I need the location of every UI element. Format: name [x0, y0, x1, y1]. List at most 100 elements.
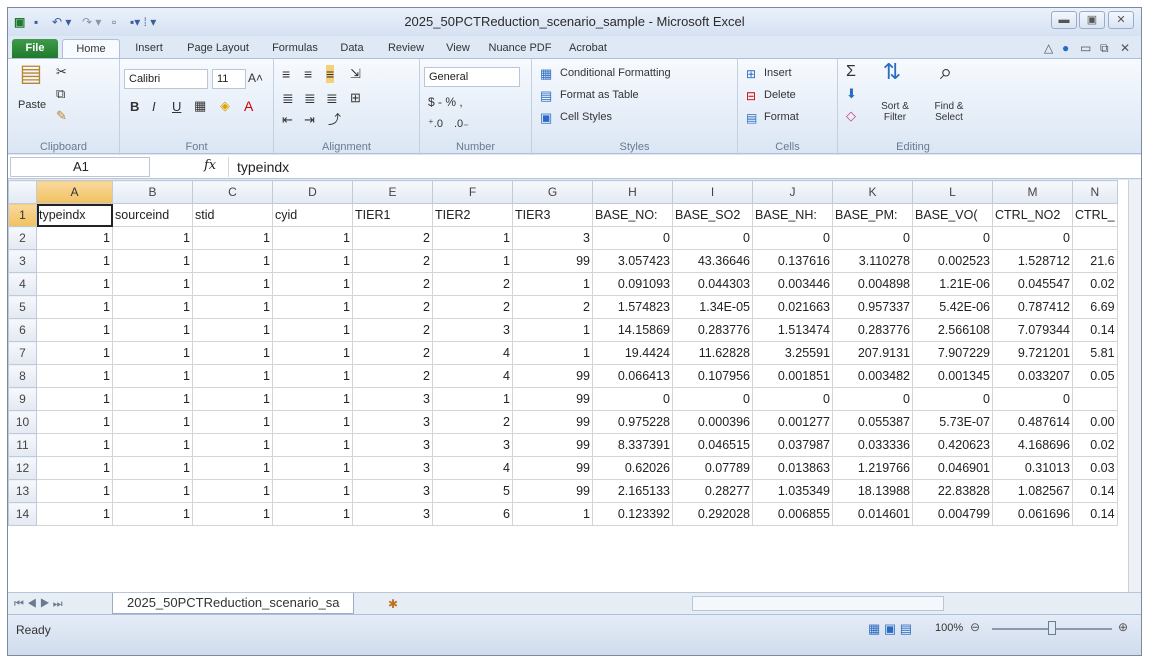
cell[interactable]: 1	[192, 479, 273, 503]
cell[interactable]: 1	[36, 226, 113, 250]
cell[interactable]: 3	[432, 433, 513, 457]
cell[interactable]: 1	[272, 341, 353, 365]
font-name-select[interactable]: Calibri	[124, 69, 208, 89]
column-header[interactable]: F	[432, 180, 513, 204]
cell[interactable]: 1	[272, 272, 353, 296]
cell[interactable]: 2	[352, 318, 433, 342]
row-header[interactable]: 6	[8, 318, 37, 342]
cell[interactable]: 1	[112, 433, 193, 457]
cell[interactable]: 1	[112, 479, 193, 503]
cell[interactable]	[1072, 387, 1118, 411]
sheet-nav-icons[interactable]: ⏮ ◀ ▶ ⏭	[14, 595, 63, 613]
cell[interactable]: 1	[432, 249, 513, 273]
row-header[interactable]: 9	[8, 387, 37, 411]
cell[interactable]: 1	[192, 226, 273, 250]
cell[interactable]: 1	[112, 456, 193, 480]
cell[interactable]: 1	[112, 226, 193, 250]
column-header[interactable]: E	[352, 180, 433, 204]
cell[interactable]: 3	[352, 387, 433, 411]
cell[interactable]: 0	[832, 387, 913, 411]
doc-minimize-icon[interactable]: ▭	[1080, 41, 1091, 55]
cell[interactable]: TIER3	[512, 203, 593, 227]
row-header[interactable]: 13	[8, 479, 37, 503]
insert-function-icon[interactable]: fx	[204, 158, 216, 173]
cell[interactable]: 3	[352, 479, 433, 503]
cell[interactable]: 2	[352, 295, 433, 319]
column-header[interactable]: D	[272, 180, 353, 204]
cell[interactable]: 0.137616	[752, 249, 833, 273]
cell[interactable]: 1.219766	[832, 456, 913, 480]
cell[interactable]: 1	[112, 272, 193, 296]
row-header[interactable]: 12	[8, 456, 37, 480]
italic-button[interactable]: I	[152, 99, 156, 114]
cell[interactable]: 1	[112, 295, 193, 319]
paste-button[interactable]: Paste	[18, 99, 46, 111]
cell[interactable]: 99	[512, 410, 593, 434]
maximize-button[interactable]: ▣	[1079, 11, 1105, 29]
cell[interactable]: 1	[272, 295, 353, 319]
row-header[interactable]: 4	[8, 272, 37, 296]
cell[interactable]: 0	[912, 387, 993, 411]
cell[interactable]: 0.014601	[832, 502, 913, 526]
align-right-icon[interactable]: ≣	[326, 89, 338, 107]
format-painter-icon[interactable]: ✎	[56, 107, 67, 125]
cell[interactable]: 1	[36, 341, 113, 365]
cell[interactable]: 0.001345	[912, 364, 993, 388]
row-header[interactable]: 7	[8, 341, 37, 365]
cell[interactable]: 1	[272, 502, 353, 526]
cell[interactable]: sourceind	[112, 203, 193, 227]
cell[interactable]: 1	[36, 479, 113, 503]
worksheet-grid[interactable]: ABCDEFGHIJKLMN 1 typeindx sourceind stid cyi…	[8, 180, 1128, 592]
horizontal-scrollbar[interactable]	[692, 596, 944, 611]
zoom-in-icon[interactable]: ⊕	[1118, 620, 1128, 634]
cell[interactable]: 1.082567	[992, 479, 1073, 503]
tab-insert[interactable]: Insert	[126, 39, 172, 58]
tab-file[interactable]: File	[12, 39, 58, 58]
cell[interactable]: 0	[752, 226, 833, 250]
cell[interactable]: 1	[272, 249, 353, 273]
cell[interactable]: 1	[36, 318, 113, 342]
cell[interactable]: 1	[512, 341, 593, 365]
row-header[interactable]: 3	[8, 249, 37, 273]
vertical-scrollbar[interactable]	[1128, 180, 1141, 592]
tab-acrobat[interactable]: Acrobat	[560, 39, 616, 58]
cell[interactable]: 5.42E-06	[912, 295, 993, 319]
cell[interactable]: 2	[352, 364, 433, 388]
cell[interactable]: 0.001277	[752, 410, 833, 434]
view-buttons-icon[interactable]: ▦ ▣ ▤	[868, 621, 912, 637]
cell[interactable]: 207.9131	[832, 341, 913, 365]
row-header[interactable]: 11	[8, 433, 37, 457]
column-header[interactable]: L	[912, 180, 993, 204]
cell[interactable]: 0.002523	[912, 249, 993, 273]
clear-icon[interactable]: ◇	[846, 107, 856, 125]
cell[interactable]: 1	[192, 249, 273, 273]
cell[interactable]: 7.079344	[992, 318, 1073, 342]
cell[interactable]: 1	[36, 295, 113, 319]
cell[interactable]: CTRL_	[1072, 203, 1118, 227]
currency-percent-buttons[interactable]: $ - % ,	[428, 95, 463, 109]
cell[interactable]: 0	[992, 387, 1073, 411]
column-header[interactable]: I	[672, 180, 753, 204]
merge-center-icon[interactable]: ⊞	[350, 89, 361, 107]
cell[interactable]: 11.62828	[672, 341, 753, 365]
cell[interactable]: 0.28277	[672, 479, 753, 503]
align-middle-icon[interactable]: ≡	[304, 65, 312, 83]
cell[interactable]: 0	[672, 387, 753, 411]
cell[interactable]: 0.006855	[752, 502, 833, 526]
cell[interactable]: 4.168696	[992, 433, 1073, 457]
cell[interactable]: 99	[512, 433, 593, 457]
cell[interactable]: 1	[36, 249, 113, 273]
cell[interactable]: 1.513474	[752, 318, 833, 342]
cell[interactable]: CTRL_NO2	[992, 203, 1073, 227]
orientation-icon[interactable]: ⤴	[328, 111, 341, 129]
cell[interactable]: 0.061696	[992, 502, 1073, 526]
close-button[interactable]: ✕	[1108, 11, 1134, 29]
zoom-out-icon[interactable]: ⊖	[970, 620, 980, 634]
cell[interactable]: 0.107956	[672, 364, 753, 388]
number-format-select[interactable]: General	[424, 67, 520, 87]
cell[interactable]: 0.000396	[672, 410, 753, 434]
cell[interactable]: 0.033207	[992, 364, 1073, 388]
row-header[interactable]: 14	[8, 502, 37, 526]
cell[interactable]: 1	[192, 272, 273, 296]
cell[interactable]: 1.34E-05	[672, 295, 753, 319]
